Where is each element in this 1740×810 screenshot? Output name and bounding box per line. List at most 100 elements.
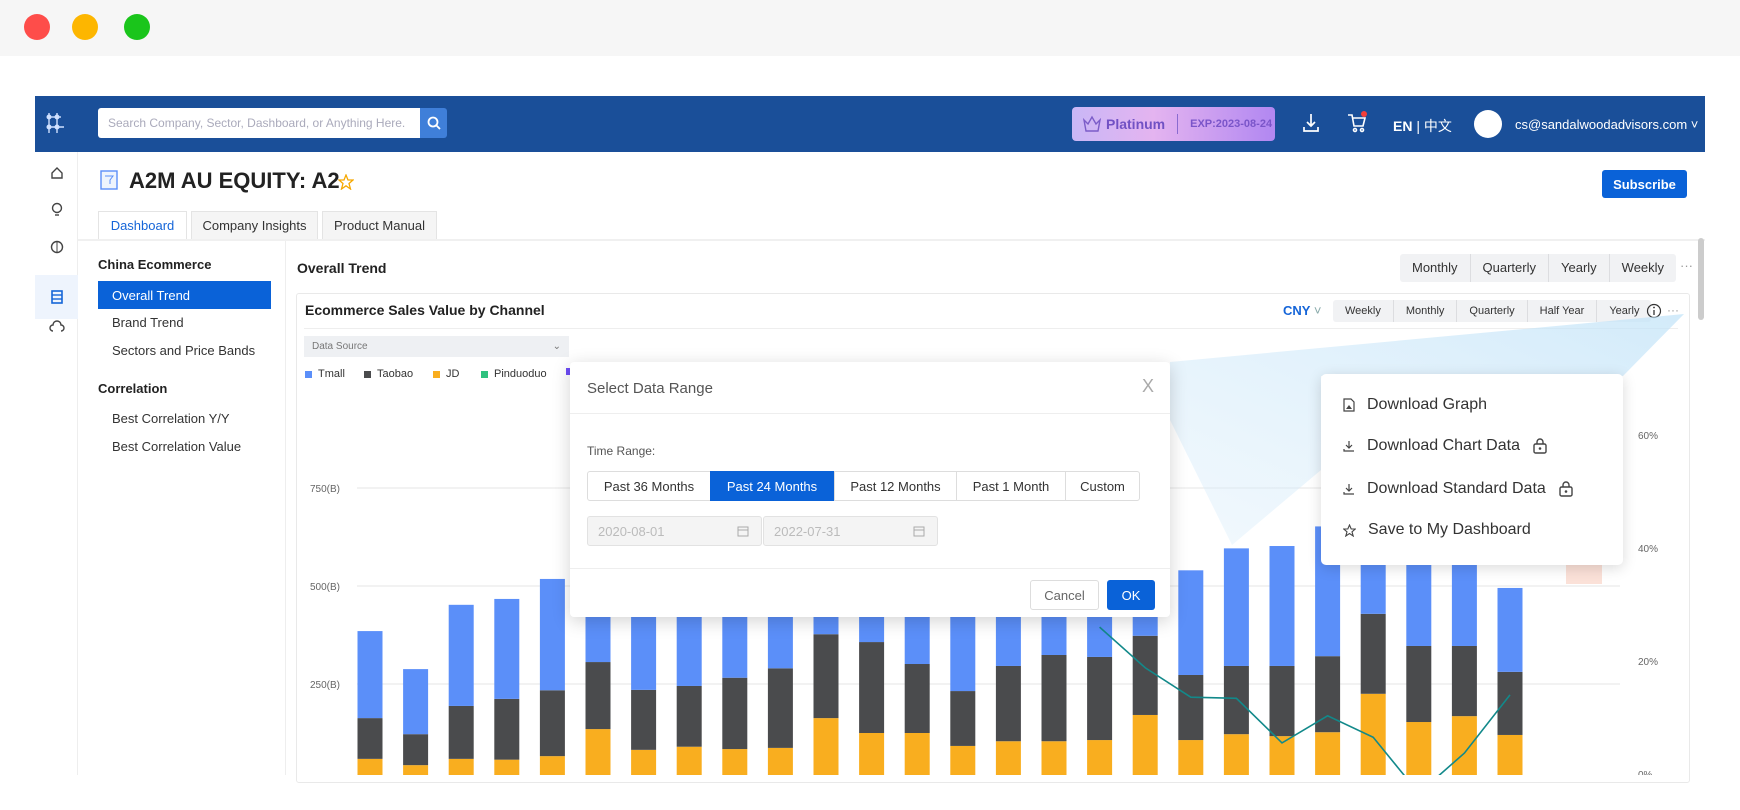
range-option-24-months[interactable]: Past 24 Months bbox=[710, 471, 834, 501]
bar-segment-tmall bbox=[1223, 548, 1249, 666]
menu-item-download-graph[interactable]: Download Graph bbox=[1343, 396, 1487, 414]
period-monthly[interactable]: Monthly bbox=[1400, 254, 1470, 282]
download-icon[interactable] bbox=[1302, 112, 1320, 134]
file-image-icon bbox=[1343, 398, 1355, 412]
bar-segment-jd bbox=[1406, 722, 1432, 775]
window-maximize-button[interactable] bbox=[124, 14, 150, 40]
cart-icon[interactable] bbox=[1346, 110, 1368, 134]
search-icon bbox=[427, 116, 441, 130]
sidebar-item-best-correlation-value[interactable]: Best Correlation Value bbox=[112, 439, 241, 454]
plan-badge[interactable]: Platinum EXP:2023-08-24 bbox=[1072, 107, 1275, 141]
bar-segment-tmall bbox=[539, 578, 565, 691]
bar-segment-jd bbox=[904, 733, 930, 775]
window-close-button[interactable] bbox=[24, 14, 50, 40]
page-title: A2M AU EQUITY: A2 bbox=[129, 168, 340, 193]
range-option-36-months[interactable]: Past 36 Months bbox=[587, 471, 711, 501]
bar-segment-jd bbox=[403, 765, 429, 775]
chart-period-quarterly[interactable]: Quarterly bbox=[1456, 300, 1526, 322]
sidebar-item-best-correlation-yy[interactable]: Best Correlation Y/Y bbox=[112, 411, 230, 426]
dialog-header-divider bbox=[570, 413, 1170, 414]
bar-segment-jd bbox=[494, 759, 520, 775]
lightbulb-icon[interactable] bbox=[35, 195, 78, 225]
legend-item[interactable]: Tmall bbox=[305, 368, 345, 380]
range-option-1-month[interactable]: Past 1 Month bbox=[956, 471, 1066, 501]
brain-icon[interactable] bbox=[35, 232, 78, 262]
menu-item-label: Save to My Dashboard bbox=[1368, 521, 1531, 538]
bar-segment-taobao bbox=[813, 634, 839, 719]
legend-item[interactable]: Taobao bbox=[364, 368, 413, 380]
tab-company-insights[interactable]: Company Insights bbox=[191, 211, 318, 239]
section-more-icon[interactable]: ··· bbox=[1680, 258, 1693, 273]
chart-more-icon[interactable]: ··· bbox=[1667, 303, 1679, 317]
legend-item[interactable]: Pinduoduo bbox=[481, 368, 547, 380]
star-icon bbox=[1343, 523, 1356, 537]
bar-segment-jd bbox=[950, 745, 976, 775]
legend-swatch bbox=[364, 370, 371, 378]
data-source-placeholder: Data Source bbox=[312, 341, 368, 352]
sidebar-item-brand-trend[interactable]: Brand Trend bbox=[112, 315, 184, 330]
y2-axis-tick-label: 40% bbox=[1638, 544, 1658, 555]
range-option-12-months[interactable]: Past 12 Months bbox=[834, 471, 957, 501]
bar-segment-jd bbox=[1087, 740, 1113, 775]
language-switch[interactable]: EN | 中文 bbox=[1393, 116, 1452, 136]
start-date-input[interactable]: 2020-08-01 bbox=[587, 516, 762, 546]
scrollbar[interactable] bbox=[1698, 238, 1704, 320]
bar-segment-jd bbox=[1132, 714, 1158, 775]
ok-button[interactable]: OK bbox=[1107, 580, 1155, 610]
favorite-star-icon[interactable] bbox=[338, 174, 354, 190]
menu-item-save-to-dashboard[interactable]: Save to My Dashboard bbox=[1343, 521, 1531, 539]
end-date-input[interactable]: 2022-07-31 bbox=[763, 516, 938, 546]
chart-period-weekly[interactable]: Weekly bbox=[1333, 300, 1393, 322]
search-button[interactable] bbox=[420, 108, 447, 138]
bar-segment-taobao bbox=[676, 685, 702, 747]
data-source-select[interactable]: Data Source ⌄ bbox=[304, 336, 569, 357]
cloud-icon[interactable] bbox=[35, 312, 78, 342]
tab-product-manual[interactable]: Product Manual bbox=[322, 211, 437, 239]
chart-period-yearly[interactable]: Yearly bbox=[1596, 300, 1651, 322]
lang-cn[interactable]: 中文 bbox=[1424, 118, 1452, 134]
bar-segment-jd bbox=[1315, 732, 1341, 775]
menu-item-download-standard-data[interactable]: Download Standard Data bbox=[1343, 480, 1574, 498]
bar-segment-taobao bbox=[722, 677, 748, 750]
close-icon[interactable]: X bbox=[1142, 376, 1154, 397]
sidebar-item-sectors-price-bands[interactable]: Sectors and Price Bands bbox=[112, 343, 255, 358]
end-date-value: 2022-07-31 bbox=[774, 523, 841, 539]
window-minimize-button[interactable] bbox=[72, 14, 98, 40]
user-email: cs@sandalwoodadvisors.com bbox=[1515, 117, 1688, 132]
period-yearly[interactable]: Yearly bbox=[1548, 254, 1609, 282]
bar-segment-taobao bbox=[1269, 665, 1295, 737]
y-axis-tick-label: 500(B) bbox=[310, 582, 340, 593]
avatar[interactable] bbox=[1474, 110, 1502, 138]
range-option-custom[interactable]: Custom bbox=[1065, 471, 1140, 501]
legend-swatch bbox=[305, 370, 312, 378]
main-period-toggle: Monthly Quarterly Yearly Weekly bbox=[1400, 254, 1677, 282]
bar-segment-taobao bbox=[1223, 665, 1249, 735]
bar-segment-tmall bbox=[448, 604, 474, 706]
bar-segment-taobao bbox=[448, 705, 474, 759]
chevron-down-icon: ⌄ bbox=[552, 341, 561, 352]
bar-segment-jd bbox=[448, 758, 474, 775]
bar-segment-taobao bbox=[631, 689, 657, 750]
currency-select[interactable]: CNY ˅ bbox=[1283, 303, 1321, 318]
sidebar-item-label[interactable]: Overall Trend bbox=[112, 288, 190, 303]
app-logo-icon[interactable] bbox=[44, 110, 66, 136]
menu-item-label: Download Graph bbox=[1367, 396, 1488, 413]
lang-en[interactable]: EN bbox=[1393, 118, 1412, 134]
legend-item[interactable]: JD bbox=[433, 368, 459, 380]
info-icon[interactable] bbox=[1646, 303, 1662, 319]
period-quarterly[interactable]: Quarterly bbox=[1469, 254, 1548, 282]
currency-value: CNY bbox=[1283, 303, 1311, 318]
user-menu[interactable]: cs@sandalwoodadvisors.com ˅ bbox=[1515, 117, 1698, 132]
y2-axis-tick-label: 60% bbox=[1638, 431, 1658, 442]
tab-dashboard[interactable]: Dashboard bbox=[98, 211, 187, 239]
bar-segment-taobao bbox=[767, 668, 793, 748]
chart-period-half-year[interactable]: Half Year bbox=[1526, 300, 1597, 322]
cancel-button[interactable]: Cancel bbox=[1030, 580, 1099, 610]
chart-period-monthly[interactable]: Monthly bbox=[1392, 300, 1457, 322]
subscribe-button[interactable]: Subscribe bbox=[1602, 170, 1687, 198]
crown-icon bbox=[1082, 115, 1102, 132]
home-icon[interactable] bbox=[35, 158, 78, 188]
period-weekly[interactable]: Weekly bbox=[1608, 254, 1676, 282]
search-input[interactable] bbox=[98, 108, 420, 138]
menu-item-download-chart-data[interactable]: Download Chart Data bbox=[1343, 437, 1548, 455]
